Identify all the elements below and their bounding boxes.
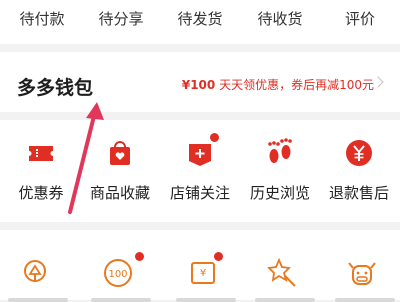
truncated-label xyxy=(8,298,68,302)
service-label: 历史浏览 xyxy=(249,184,310,202)
store-follow-icon xyxy=(185,133,219,168)
notification-dot xyxy=(135,252,144,261)
tool-item[interactable]: 100 xyxy=(91,252,151,302)
chevron-right-icon xyxy=(372,76,384,88)
coupon-icon xyxy=(26,138,56,168)
order-tab-pending-ship[interactable]: 待发货 xyxy=(170,8,230,29)
refund-yen-icon xyxy=(344,138,374,168)
service-history[interactable]: 历史浏览 xyxy=(241,138,319,203)
order-tab-review[interactable]: 评价 xyxy=(330,8,390,29)
tool-item[interactable] xyxy=(335,256,395,302)
service-label: 优惠券 xyxy=(18,184,64,202)
order-tab-pending-payment[interactable]: 待付款 xyxy=(12,8,72,29)
service-label: 店铺关注 xyxy=(169,184,230,202)
tool-item[interactable] xyxy=(8,256,68,302)
services-grid: 优惠券 商品收藏 店铺关注 历史浏览 退款售后 xyxy=(0,120,400,222)
wallet-title: 多多钱包 xyxy=(17,77,94,99)
service-favorites[interactable]: 商品收藏 xyxy=(81,138,159,203)
favorites-bag-icon xyxy=(105,138,135,168)
svg-text:¥: ¥ xyxy=(200,268,206,279)
svg-text:100: 100 xyxy=(108,269,127,280)
service-refund[interactable]: 退款售后 xyxy=(320,138,398,203)
order-tab-pending-share[interactable]: 待分享 xyxy=(91,8,151,29)
truncated-label xyxy=(335,298,395,302)
star-wand-icon xyxy=(267,257,296,287)
order-status-bar: 待付款 待分享 待发货 待收货 评价 xyxy=(0,0,400,44)
truncated-label xyxy=(176,298,236,302)
tool-item[interactable]: ¥ xyxy=(176,252,236,302)
wallet-row[interactable]: 多多钱包 ¥100 天天领优惠，券后再减100元 xyxy=(0,52,400,112)
tool-item[interactable] xyxy=(255,256,315,302)
promo-text: 天天领优惠，券后再减100元 xyxy=(219,78,374,92)
wallet-promo: ¥100 天天领优惠，券后再减100元 xyxy=(182,76,374,93)
service-store-follow[interactable]: 店铺关注 xyxy=(161,133,239,203)
notification-dot xyxy=(210,133,219,142)
order-tab-pending-receive[interactable]: 待收货 xyxy=(250,8,310,29)
notification-dot xyxy=(214,252,223,261)
truncated-label xyxy=(255,298,315,302)
truncated-label xyxy=(91,298,151,302)
tree-icon xyxy=(24,260,46,282)
footprints-icon xyxy=(265,138,295,168)
service-coupons[interactable]: 优惠券 xyxy=(2,138,80,203)
promo-amount: ¥100 xyxy=(181,78,216,92)
coin-100-icon: 100 xyxy=(104,259,132,287)
cow-icon xyxy=(348,262,376,285)
service-label: 退款售后 xyxy=(328,184,389,202)
yen-card-icon: ¥ xyxy=(191,262,215,284)
tools-row: 100 ¥ xyxy=(0,230,400,302)
service-label: 商品收藏 xyxy=(89,184,150,202)
